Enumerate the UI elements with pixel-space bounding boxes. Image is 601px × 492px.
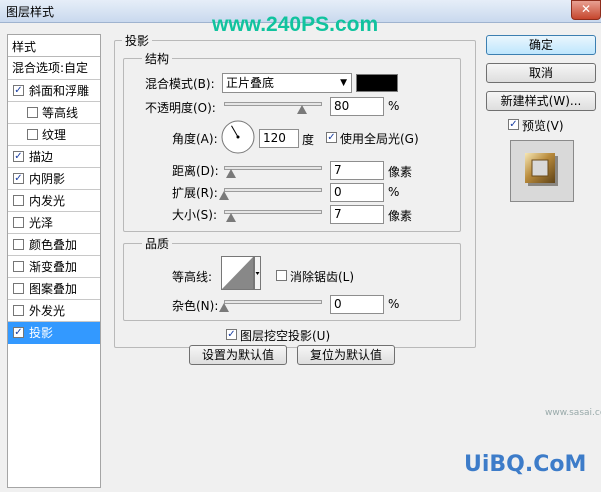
list-item-label: 颜色叠加 xyxy=(29,238,78,252)
new-style-button[interactable]: 新建样式(W)... xyxy=(486,91,596,111)
close-button[interactable]: ✕ xyxy=(571,0,601,20)
list-item[interactable]: 光泽 xyxy=(8,212,100,234)
blend-mode-select[interactable]: 正片叠底 ▼ xyxy=(222,73,352,93)
ok-button[interactable]: 确定 xyxy=(486,35,596,55)
styles-header-label: 样式 xyxy=(12,40,37,54)
list-item-label: 内发光 xyxy=(29,194,66,208)
noise-unit: % xyxy=(388,297,400,311)
global-light-checkbox[interactable]: ✓ xyxy=(326,132,337,143)
opacity-slider-thumb[interactable] xyxy=(297,105,308,114)
list-item[interactable]: ✓ 描边 xyxy=(8,146,100,168)
knockout-checkbox[interactable]: ✓ xyxy=(226,329,237,340)
list-item[interactable]: 等高线 xyxy=(8,102,100,124)
noise-slider-thumb[interactable] xyxy=(219,303,229,312)
spread-slider-track[interactable] xyxy=(224,188,322,192)
noise-input[interactable]: 0 xyxy=(330,295,384,314)
blend-mode-label: 混合模式(B): xyxy=(145,77,215,91)
spread-slider-thumb[interactable] xyxy=(219,191,229,200)
angle-label: 角度(A): xyxy=(172,132,218,146)
list-item-label: 内阴影 xyxy=(29,172,66,186)
list-item[interactable]: 外发光 xyxy=(8,300,100,322)
angle-input[interactable]: 120 xyxy=(259,129,299,148)
watermark-top: www.240PS.com xyxy=(212,13,379,36)
list-item-label: 渐变叠加 xyxy=(29,260,78,274)
style-checkbox[interactable] xyxy=(27,107,38,118)
preview-checkbox[interactable]: ✓ xyxy=(508,119,519,130)
style-checkbox[interactable] xyxy=(13,305,24,316)
style-checkbox[interactable] xyxy=(13,283,24,294)
blend-options-item[interactable]: 混合选项:自定 xyxy=(8,57,100,79)
list-item[interactable]: 内发光 xyxy=(8,190,100,212)
anti-alias-checkbox[interactable] xyxy=(276,270,287,281)
watermark-small: www.sasai.cc xyxy=(545,408,601,418)
list-item-label: 描边 xyxy=(29,150,54,164)
list-item-label: 等高线 xyxy=(42,106,79,120)
style-checkbox[interactable] xyxy=(13,217,24,228)
style-checkbox[interactable] xyxy=(27,129,38,140)
list-item-label: 纹理 xyxy=(42,128,67,142)
list-item[interactable]: 颜色叠加 xyxy=(8,234,100,256)
opacity-unit: % xyxy=(388,99,400,113)
list-item[interactable]: ✓ 投影 xyxy=(8,322,100,344)
style-checkbox[interactable] xyxy=(13,239,24,250)
list-item[interactable]: ✓ 内阴影 xyxy=(8,168,100,190)
distance-unit: 像素 xyxy=(388,165,413,179)
watermark-bottom-right: UiBQ.CoM xyxy=(464,452,587,477)
noise-label: 杂色(N): xyxy=(172,299,219,313)
contour-label: 等高线: xyxy=(172,270,213,284)
styles-header[interactable]: 样式 xyxy=(8,35,100,57)
blend-mode-value: 正片叠底 xyxy=(226,76,275,90)
global-light-label: 使用全局光(G) xyxy=(340,132,419,146)
chevron-down-icon: ▼ xyxy=(340,78,347,88)
style-checkbox[interactable]: ✓ xyxy=(13,85,24,96)
anti-alias-label: 消除锯齿(L) xyxy=(290,270,355,284)
style-checkbox[interactable]: ✓ xyxy=(13,151,24,162)
spread-unit: % xyxy=(388,185,400,199)
make-default-button[interactable]: 设置为默认值 xyxy=(189,345,287,365)
contour-picker[interactable] xyxy=(221,256,261,290)
spread-label: 扩展(R): xyxy=(172,186,218,200)
distance-slider-track[interactable] xyxy=(224,166,322,170)
blend-options-label: 混合选项:自定 xyxy=(12,61,89,75)
distance-input[interactable]: 7 xyxy=(330,161,384,180)
style-checkbox[interactable] xyxy=(13,195,24,206)
spread-input[interactable]: 0 xyxy=(330,183,384,202)
list-item[interactable]: ✓ 斜面和浮雕 xyxy=(8,80,100,102)
list-item-label: 图案叠加 xyxy=(29,282,78,296)
angle-dial[interactable] xyxy=(220,119,256,155)
cancel-button[interactable]: 取消 xyxy=(486,63,596,83)
angle-unit: 度 xyxy=(302,133,315,147)
styles-list-panel: 样式 混合选项:自定 ✓ 斜面和浮雕等高线纹理 ✓ 描边 ✓ 内阴影内发光光泽颜色叠加渐变… xyxy=(7,34,101,488)
style-checkbox[interactable] xyxy=(13,261,24,272)
noise-slider-track[interactable] xyxy=(224,300,322,304)
knockout-label: 图层挖空投影(U) xyxy=(240,329,331,343)
window-title: 图层样式 xyxy=(6,5,55,19)
reset-default-button[interactable]: 复位为默认值 xyxy=(297,345,395,365)
size-slider-track[interactable] xyxy=(224,210,322,214)
structure-title: 结构 xyxy=(142,50,173,67)
distance-slider-thumb[interactable] xyxy=(226,169,236,178)
size-label: 大小(S): xyxy=(172,208,218,222)
list-item[interactable]: 渐变叠加 xyxy=(8,256,100,278)
drop-shadow-title: 投影 xyxy=(122,32,153,49)
list-item-label: 光泽 xyxy=(29,216,54,230)
list-item-label: 投影 xyxy=(29,326,54,340)
size-slider-thumb[interactable] xyxy=(226,213,236,222)
opacity-label: 不透明度(O): xyxy=(145,101,216,115)
preview-frame-image xyxy=(525,153,558,186)
style-checkbox[interactable]: ✓ xyxy=(13,327,24,338)
list-item-label: 外发光 xyxy=(29,304,66,318)
list-item[interactable]: 纹理 xyxy=(8,124,100,146)
preview-label: 预览(V) xyxy=(522,119,564,133)
list-item-label: 斜面和浮雕 xyxy=(29,84,90,98)
quality-title: 品质 xyxy=(142,235,173,252)
shadow-color-swatch[interactable] xyxy=(356,74,398,92)
size-input[interactable]: 7 xyxy=(330,205,384,224)
style-checkbox[interactable]: ✓ xyxy=(13,173,24,184)
size-unit: 像素 xyxy=(388,209,413,223)
distance-label: 距离(D): xyxy=(172,164,219,178)
list-item[interactable]: 图案叠加 xyxy=(8,278,100,300)
style-preview-thumbnail xyxy=(510,140,574,202)
opacity-input[interactable]: 80 xyxy=(330,97,384,116)
